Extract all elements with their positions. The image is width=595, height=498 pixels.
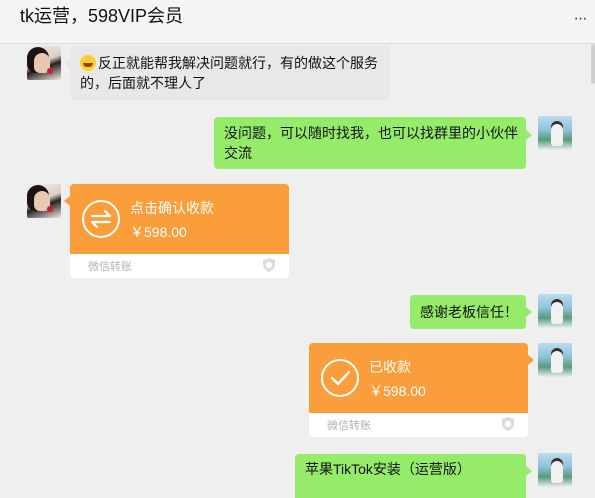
transfer-arrows-icon bbox=[82, 200, 120, 238]
message-line: 交流 bbox=[224, 145, 252, 161]
contact-avatar[interactable] bbox=[27, 46, 61, 80]
message-line: 感谢老板信任！ bbox=[420, 304, 518, 320]
my-avatar[interactable] bbox=[538, 343, 572, 377]
wechat-pay-shield-icon bbox=[263, 258, 275, 272]
message-bubble-sent[interactable]: 没问题，可以随时找我，也可以找群里的小伙伴 交流 bbox=[214, 117, 526, 169]
chat-title: tk运营，598VIP会员 bbox=[20, 6, 184, 26]
contact-avatar[interactable] bbox=[27, 184, 61, 218]
transfer-card-pending[interactable]: 点击确认收款 ￥598.00 微信转账 bbox=[70, 184, 289, 278]
my-avatar[interactable] bbox=[538, 116, 572, 150]
message-bubble-sent[interactable]: 感谢老板信任！ bbox=[410, 295, 526, 329]
transfer-footer: 微信转账 bbox=[88, 261, 132, 273]
transfer-amount: ￥598.00 bbox=[130, 224, 187, 240]
scrollbar[interactable] bbox=[591, 44, 595, 84]
message-bubble-received[interactable]: 反正就能帮我解决问题就行，有的做这个服务 的，后面就不理人了 bbox=[70, 46, 390, 100]
wechat-pay-shield-icon bbox=[502, 417, 514, 431]
my-avatar[interactable] bbox=[538, 453, 572, 487]
message-line: 没问题，可以随时找我，也可以找群里的小伙伴 bbox=[224, 125, 518, 141]
transfer-amount: ￥598.00 bbox=[369, 383, 426, 399]
message-bubble-sent[interactable]: 苹果TikTok安装（运营版） bbox=[295, 454, 526, 498]
my-avatar[interactable] bbox=[538, 294, 572, 328]
ellipsis-icon[interactable]: ··· bbox=[572, 10, 588, 28]
transfer-card-received[interactable]: 已收款 ￥598.00 微信转账 bbox=[309, 343, 528, 437]
message-line: 反正就能帮我解决问题就行，有的做这个服务 bbox=[80, 53, 380, 73]
chat-header: tk运营，598VIP会员 ··· bbox=[0, 0, 595, 44]
message-line: 的，后面就不理人了 bbox=[80, 75, 206, 91]
message-line: 苹果TikTok安装（运营版） bbox=[305, 461, 471, 477]
grin-sweat-emoji bbox=[80, 55, 96, 71]
transfer-label: 已收款 bbox=[369, 359, 411, 375]
transfer-footer: 微信转账 bbox=[327, 420, 371, 432]
check-circle-icon bbox=[321, 359, 359, 397]
transfer-label: 点击确认收款 bbox=[130, 200, 214, 216]
